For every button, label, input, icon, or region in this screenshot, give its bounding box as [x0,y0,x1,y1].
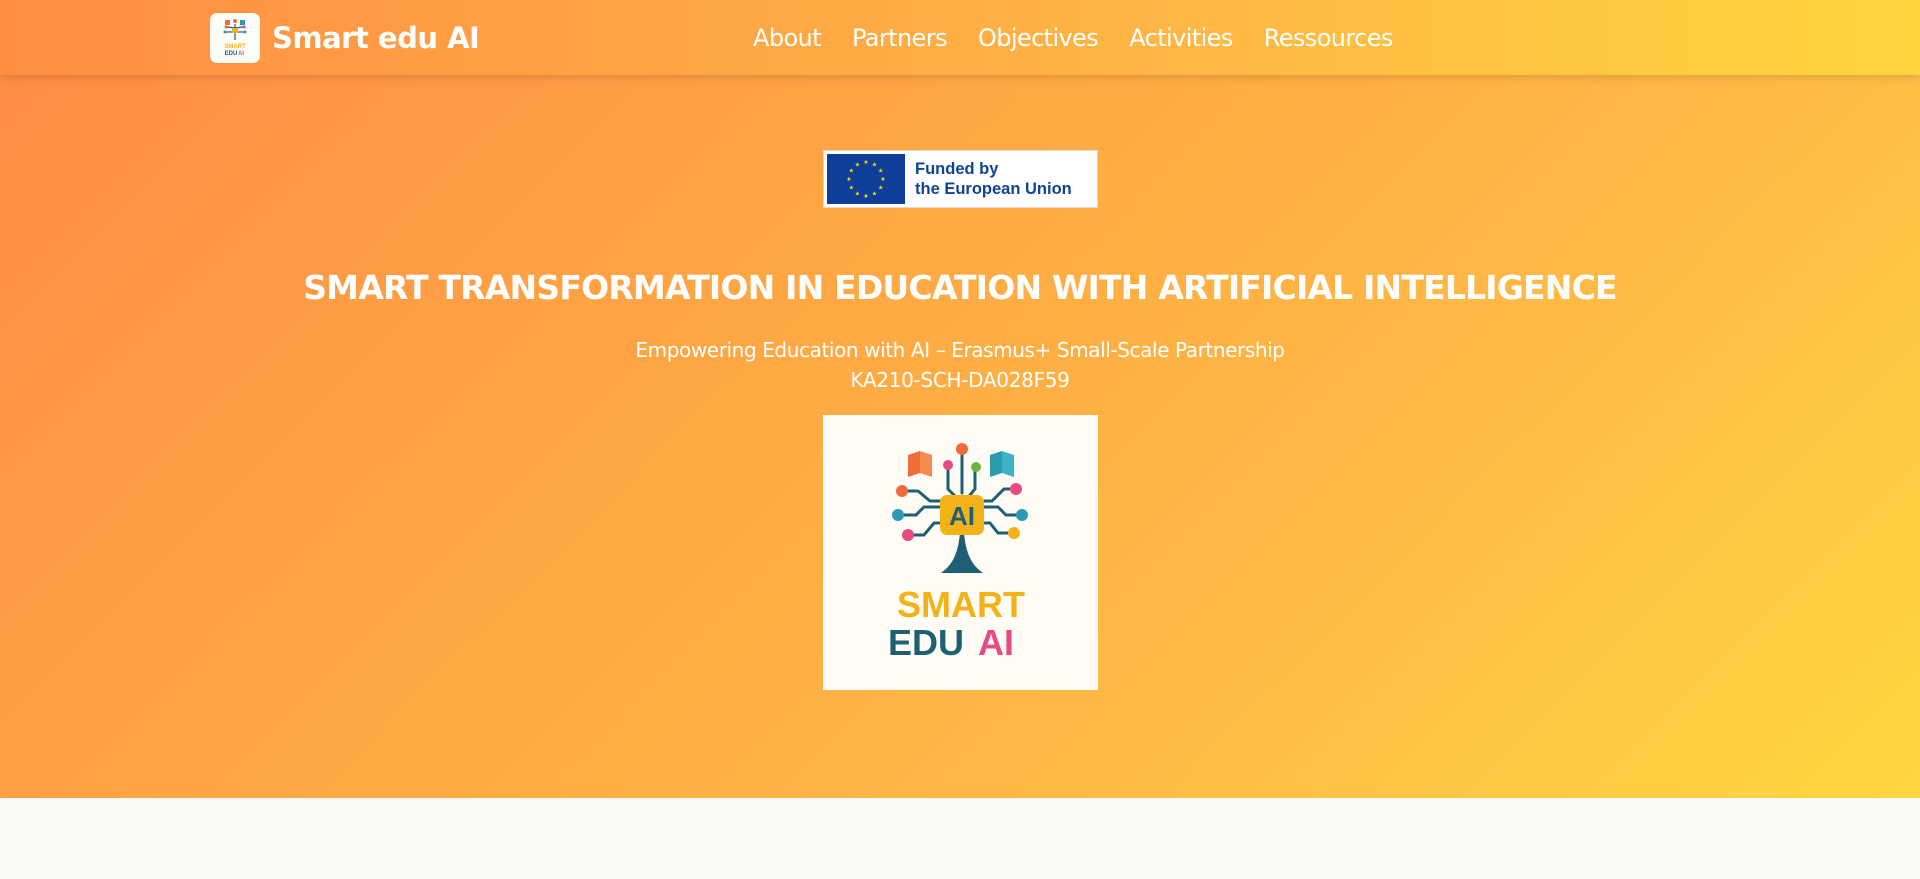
svg-text:★: ★ [863,193,868,200]
eu-funding-line1: Funded by [915,160,999,178]
svg-text:★: ★ [855,191,860,198]
hero-subtitle: Empowering Education with AI – Erasmus+ … [635,338,1285,362]
svg-text:★: ★ [872,161,877,168]
svg-text:★: ★ [849,185,854,192]
svg-text:★: ★ [872,191,877,198]
eu-funding-text: Funded by the European Union [915,159,1072,199]
brand-name[interactable]: Smart edu AI [272,21,480,55]
project-code: KA210-SCH-DA028F59 [850,368,1070,392]
svg-text:★: ★ [849,168,854,175]
svg-text:★: ★ [846,176,851,183]
nav-item-partners[interactable]: Partners [852,24,948,52]
brand-logo-icon: SMART EDU AI [210,13,260,63]
svg-text:★: ★ [863,159,868,166]
project-logo-image: AI SMART EDU AI [823,415,1098,690]
nav-item-about[interactable]: About [753,24,822,52]
svg-text:AI: AI [949,501,975,531]
svg-text:AI: AI [978,622,1014,663]
svg-text:★: ★ [878,168,883,175]
top-navbar: SMART EDU AI Smart edu AI About Partners… [0,0,1920,75]
hero-title: SMART TRANSFORMATION IN EDUCATION WITH A… [303,268,1617,307]
nav-item-ressources[interactable]: Ressources [1264,24,1394,52]
ai-tree-logo-icon: AI SMART EDU AI [887,442,1028,663]
nav-item-activities[interactable]: Activities [1129,24,1233,52]
nav-menu: About Partners Objectives Activities Res… [753,20,1393,56]
svg-text:EDU: EDU [225,51,238,57]
next-section [0,798,1920,879]
eu-funding-badge: ★ ★ ★ ★ ★ ★ ★ ★ ★ ★ ★ ★ Funded by the Eu… [823,150,1098,208]
svg-text:★: ★ [855,161,860,168]
svg-text:★: ★ [878,185,883,192]
svg-text:SMART: SMART [224,44,246,50]
eu-flag-icon: ★ ★ ★ ★ ★ ★ ★ ★ ★ ★ ★ ★ [827,154,905,204]
svg-text:SMART: SMART [897,584,1025,625]
nav-item-objectives[interactable]: Objectives [978,24,1099,52]
brand-link[interactable]: SMART EDU AI Smart edu AI [210,13,480,63]
svg-text:★: ★ [880,176,885,183]
svg-text:EDU: EDU [887,622,963,663]
svg-text:AI: AI [238,51,244,57]
eu-funding-line2: the European Union [915,180,1072,198]
